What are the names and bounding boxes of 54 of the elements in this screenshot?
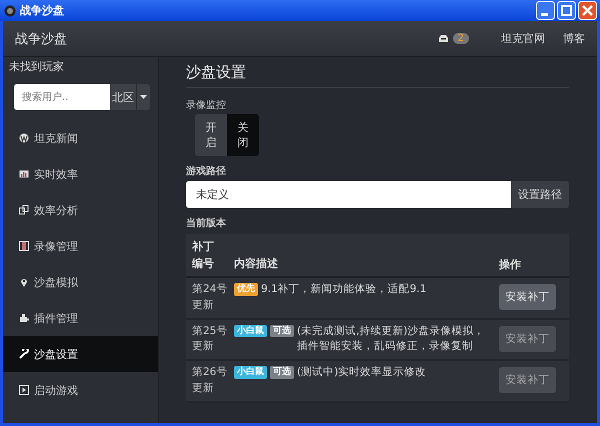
column-header: 操作 [499, 257, 522, 272]
globe-icon [19, 133, 29, 143]
patch-number: 第25号更新 [191, 324, 228, 354]
column-header: 补丁编号 [190, 239, 215, 272]
wrench-icon [19, 349, 29, 359]
patch-description: (测试中)实时效率显示修改 [297, 365, 428, 380]
minimize-icon[interactable] [536, 1, 555, 20]
set-path-button[interactable]: 设置路径 [511, 181, 569, 208]
nav-item[interactable]: 效率分析 [3, 192, 158, 228]
patch-number: 第24号更新 [191, 282, 228, 313]
section-label: 录像监控 [186, 99, 227, 112]
nav-item[interactable]: 实时效率 [3, 156, 158, 192]
app-icon [4, 4, 16, 16]
region-button[interactable]: 北区 [110, 84, 136, 110]
caret-icon [140, 95, 148, 99]
nav-item[interactable]: 录像管理 [3, 228, 158, 264]
nav-item[interactable]: 启动游戏 [3, 372, 158, 408]
tag: 可选 [270, 366, 294, 379]
tag: 小白鼠 [234, 366, 267, 379]
film-icon [19, 241, 29, 251]
window-title: 战争沙盘 [20, 3, 64, 18]
nav-item[interactable]: 插件管理 [3, 300, 158, 336]
tag: 小白鼠 [234, 324, 267, 338]
section-label: 游戏路径 [186, 164, 227, 178]
puzzle-icon [19, 313, 29, 323]
install-button[interactable]: 安装补丁 [499, 284, 556, 310]
page-title: 沙盘设置 [186, 63, 569, 88]
map-pin-icon [19, 277, 29, 287]
nav-item[interactable]: 沙盘模拟 [3, 264, 158, 300]
tag: 优先 [234, 283, 258, 296]
message-count: 2 [452, 33, 469, 44]
copy-icon [19, 205, 29, 215]
patch-description: (未完成测试,持续更新)沙盘录像模拟，插件智能安装，乱码修正，录像复制 [297, 324, 486, 354]
path-field[interactable]: 未定义 [186, 181, 511, 208]
nav-item[interactable]: 沙盘设置 [3, 336, 158, 372]
player-status: 未找到玩家 [8, 59, 65, 75]
toggle-button[interactable]: 开启 [195, 114, 227, 156]
section-label: 当前版本 [186, 216, 227, 230]
close-icon[interactable] [578, 1, 597, 20]
header-link[interactable]: 博客 [563, 31, 585, 46]
dropdown-button[interactable] [136, 84, 150, 110]
nav-item[interactable]: 坦克新闻 [3, 120, 158, 156]
maximize-icon[interactable] [557, 1, 576, 20]
toggle-button[interactable]: 关闭 [227, 114, 259, 156]
patch-number: 第26号更新 [191, 365, 228, 396]
search-field[interactable]: 搜索用户.. [14, 84, 110, 110]
play-icon [19, 385, 29, 395]
tag: 可选 [270, 324, 294, 338]
column-header: 内容描述 [234, 256, 279, 272]
app-name: 战争沙盘 [15, 30, 67, 48]
inbox-icon[interactable] [438, 34, 449, 43]
header-link[interactable]: 坦克官网 [501, 31, 545, 46]
patch-description: 9.1补丁，新闻功能体验，适配9.1 [261, 282, 428, 297]
bar-chart-icon [19, 169, 29, 179]
